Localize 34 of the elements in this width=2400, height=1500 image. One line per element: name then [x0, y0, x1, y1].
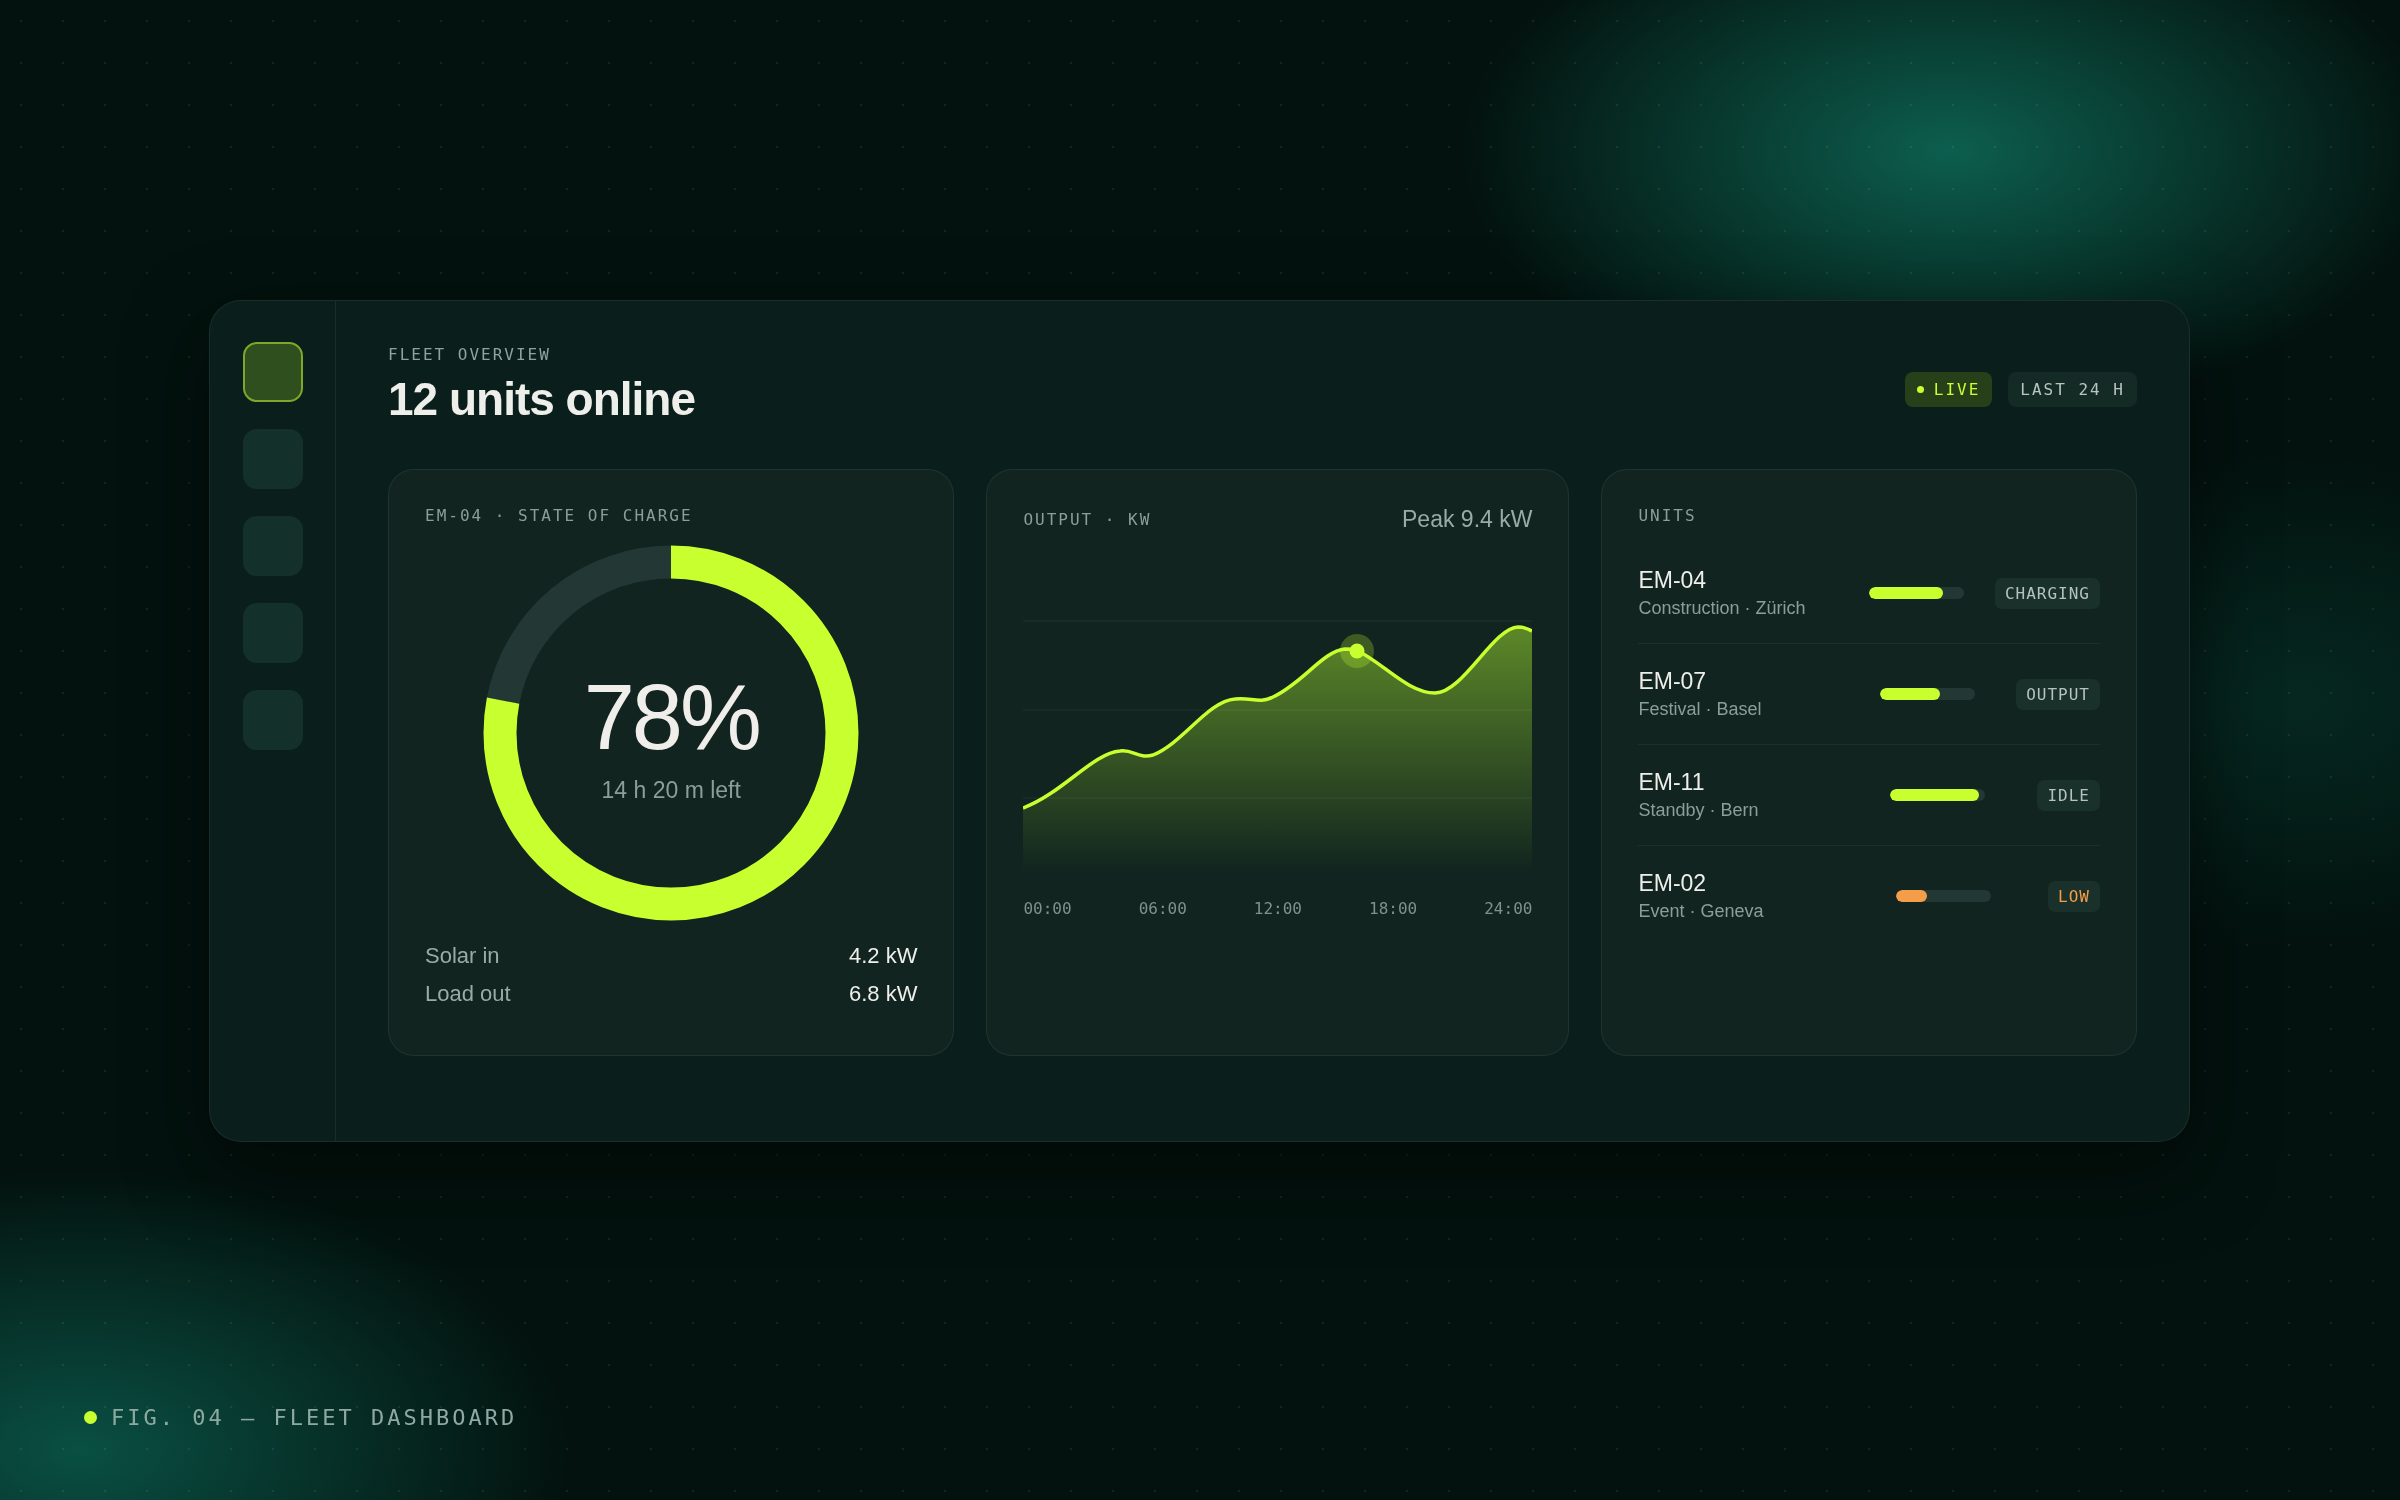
- unit-location: Construction · Zürich: [1638, 598, 1807, 619]
- charge-percent: 78%: [583, 670, 759, 763]
- unit-location: Standby · Bern: [1638, 800, 1760, 821]
- axis-label: 12:00: [1253, 899, 1302, 918]
- figure-caption: FIG. 04 — FLEET DASHBOARD: [111, 1405, 518, 1430]
- stat-label: Load out: [425, 981, 511, 1007]
- status-tag: OUTPUT: [2016, 678, 2100, 710]
- status-tag: CHARGING: [1994, 577, 2100, 609]
- time-range-button[interactable]: LAST 24 H: [2008, 372, 2137, 407]
- unit-name: EM-07: [1638, 668, 1708, 695]
- card-label: EM-04 · STATE OF CHARGE: [425, 506, 694, 525]
- unit-location: Festival · Basel: [1638, 699, 1763, 720]
- section-label: FLEET OVERVIEW: [388, 345, 552, 364]
- status-tag: IDLE: [2037, 779, 2100, 811]
- axis-label: 18:00: [1369, 899, 1418, 918]
- card-label: UNITS: [1638, 506, 1698, 525]
- unit-name: EM-02: [1638, 870, 1708, 897]
- page-title: 12 units online: [388, 372, 696, 426]
- axis-label: 00:00: [1023, 899, 1072, 918]
- unit-name: EM-11: [1638, 769, 1706, 796]
- stat-label: Solar in: [425, 943, 500, 969]
- axis-label: 24:00: [1484, 899, 1533, 918]
- card-label: OUTPUT · KW: [1023, 510, 1152, 529]
- stat-value: 6.8 kW: [848, 981, 918, 1007]
- time-remaining: 14 h 20 m left: [601, 776, 741, 804]
- unit-name: EM-04: [1638, 567, 1708, 594]
- peak-value: Peak 9.4 kW: [1402, 506, 1533, 533]
- unit-location: Event · Geneva: [1638, 901, 1765, 922]
- nav-button[interactable]: [242, 342, 303, 402]
- caption-dot-icon: [84, 1411, 97, 1424]
- status-tag: LOW: [2048, 880, 2100, 912]
- stat-value: 4.2 kW: [848, 943, 918, 969]
- axis-label: 06:00: [1138, 899, 1187, 918]
- live-badge: LIVE: [1904, 372, 1993, 407]
